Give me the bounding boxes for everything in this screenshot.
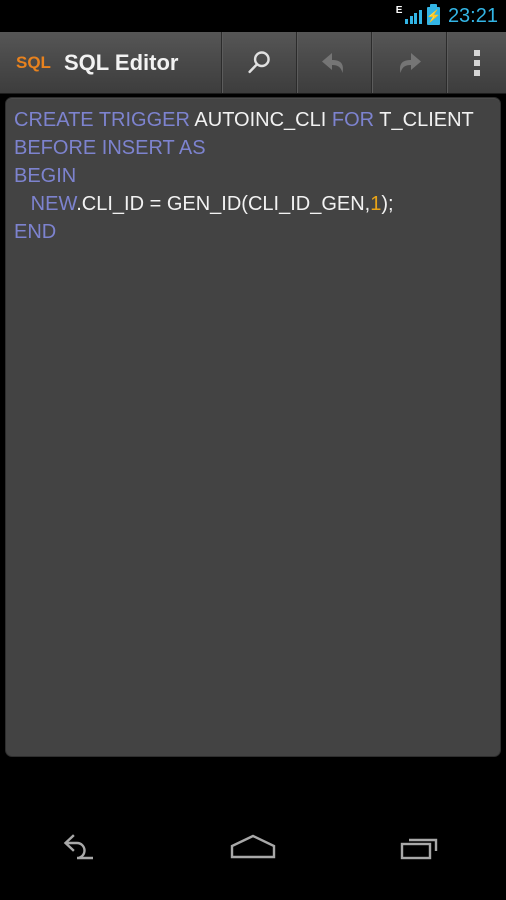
overflow-menu-icon bbox=[473, 49, 480, 76]
back-arrow-icon bbox=[64, 833, 94, 859]
code-line: NEW.CLI_ID = GEN_ID(CLI_ID_GEN,1); bbox=[14, 190, 494, 218]
code-line: CREATE TRIGGER AUTOINC_CLI FOR T_CLIENT bbox=[14, 106, 494, 134]
code-token-num: 1 bbox=[370, 193, 382, 215]
code-token-kw: FOR bbox=[331, 109, 380, 131]
code-token-kw: CREATE TRIGGER bbox=[14, 109, 195, 131]
undo-button[interactable] bbox=[296, 32, 371, 93]
navigation-bar bbox=[0, 795, 506, 900]
code-token-kw: NEW bbox=[14, 193, 77, 215]
nav-recents-button[interactable] bbox=[337, 795, 506, 900]
recents-squares-icon bbox=[400, 838, 437, 859]
nav-back-button[interactable] bbox=[0, 795, 169, 900]
code-token-id: AUTOINC_CLI bbox=[194, 109, 332, 131]
search-button[interactable] bbox=[221, 32, 296, 93]
phone-screen: E ⚡ 23:21 SQL SQL Editor CREATE TRIGGER … bbox=[0, 0, 506, 900]
battery-bolt-glyph: ⚡ bbox=[425, 9, 441, 23]
undo-icon bbox=[322, 52, 343, 73]
battery-charging-icon: ⚡ bbox=[425, 4, 441, 25]
sql-code-text[interactable]: CREATE TRIGGER AUTOINC_CLI FOR T_CLIENT B… bbox=[14, 106, 494, 246]
home-pentagon-icon bbox=[230, 834, 276, 858]
redo-icon bbox=[400, 52, 421, 73]
code-line: BEGIN bbox=[14, 162, 494, 190]
code-line: END bbox=[14, 218, 494, 246]
network-type-label: E bbox=[395, 5, 403, 16]
redo-button[interactable] bbox=[371, 32, 446, 93]
app-title: SQL Editor bbox=[63, 49, 179, 75]
status-bar-icons: E ⚡ 23:21 bbox=[395, 4, 498, 27]
overflow-menu-button[interactable] bbox=[446, 32, 506, 93]
status-bar-clock: 23:21 bbox=[447, 5, 498, 27]
app-brand[interactable]: SQL SQL Editor bbox=[0, 32, 221, 93]
code-token-id: .CLI_ID = GEN_ID(CLI_ID_GEN, bbox=[76, 193, 371, 215]
nav-home-button[interactable] bbox=[169, 795, 338, 900]
signal-bars-icon bbox=[405, 9, 422, 24]
code-token-kw: END bbox=[14, 221, 57, 243]
code-token-id: ); bbox=[381, 193, 394, 215]
status-bar: E ⚡ 23:21 bbox=[0, 0, 506, 32]
search-icon bbox=[248, 50, 270, 73]
sql-editor-area[interactable]: CREATE TRIGGER AUTOINC_CLI FOR T_CLIENT B… bbox=[5, 97, 501, 757]
sql-logo-icon: SQL bbox=[16, 53, 51, 72]
code-token-kw: BEGIN bbox=[14, 165, 77, 187]
code-token-kw: BEFORE INSERT AS bbox=[14, 137, 206, 159]
code-line: BEFORE INSERT AS bbox=[14, 134, 494, 162]
code-token-id: T_CLIENT bbox=[379, 109, 474, 131]
action-bar: SQL SQL Editor bbox=[0, 32, 506, 94]
